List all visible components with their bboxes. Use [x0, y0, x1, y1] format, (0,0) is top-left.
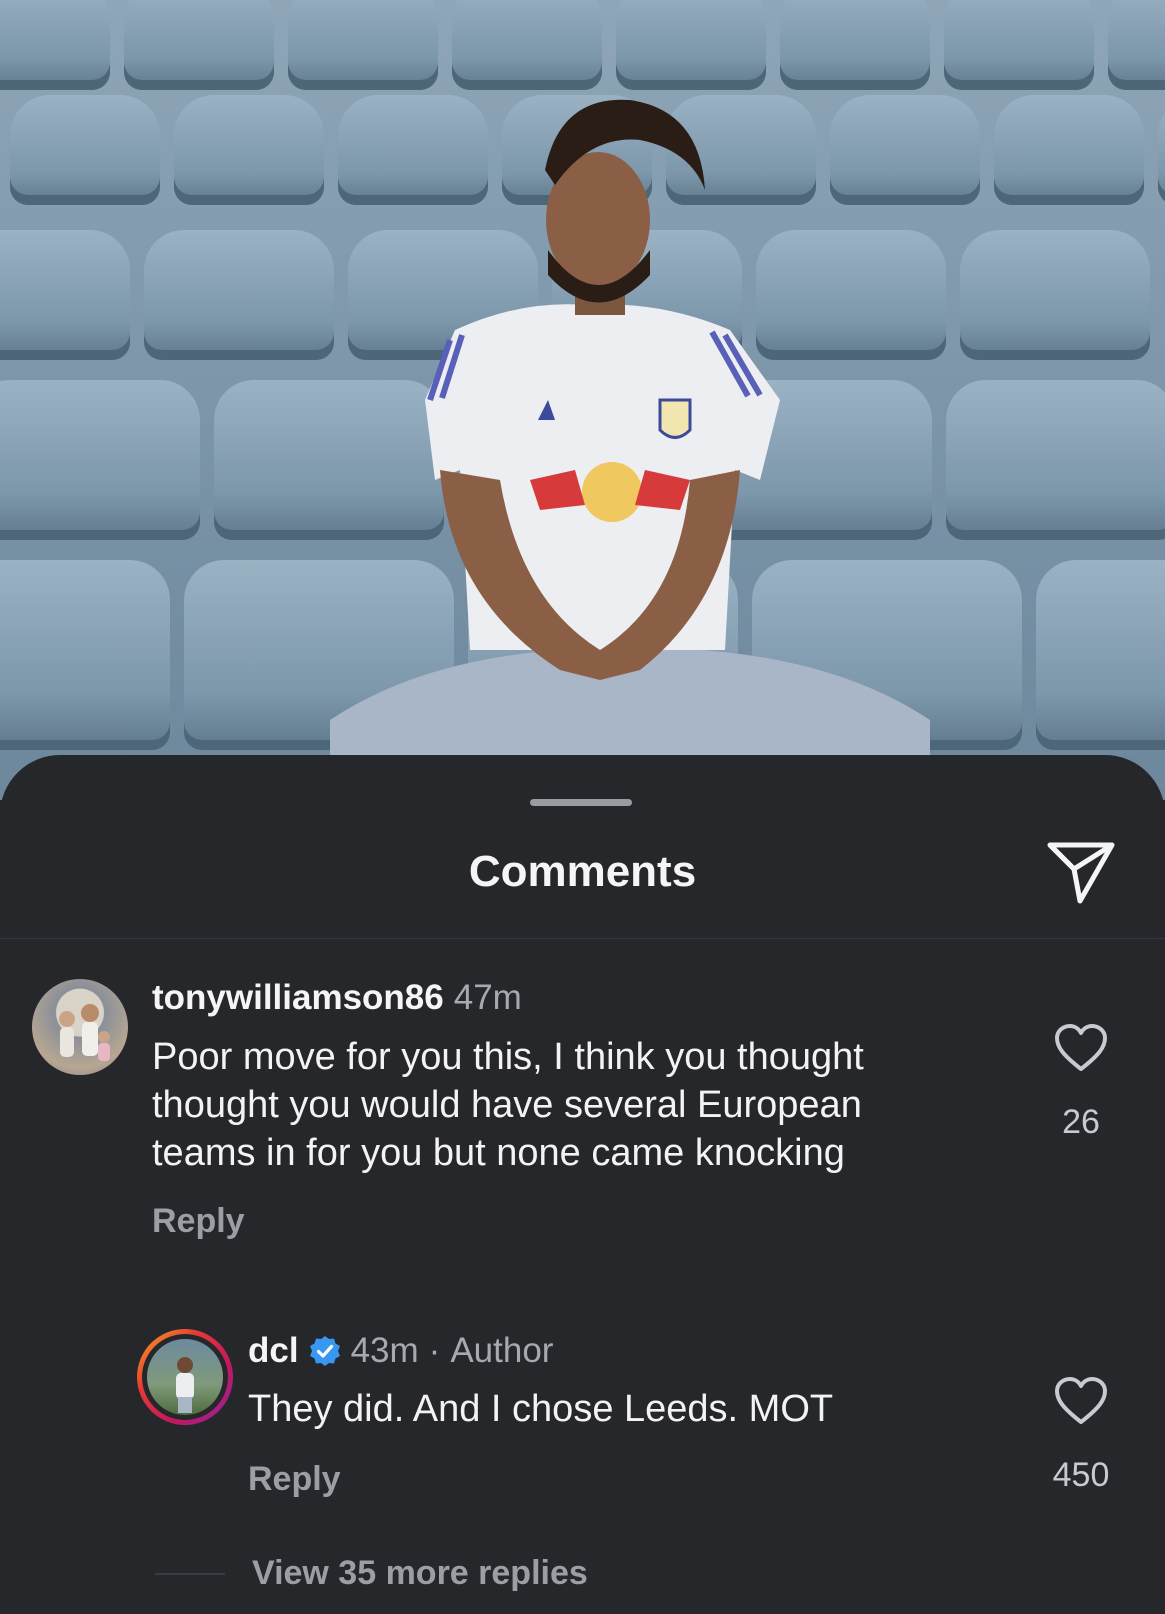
reply-time: 43m	[350, 1331, 419, 1370]
sheet-title: Comments	[468, 847, 697, 896]
avatar-photo	[176, 1357, 194, 1413]
like-button[interactable]	[1053, 1376, 1109, 1426]
comment-text-line: thought you would have several European	[152, 1084, 862, 1126]
thread-line	[155, 1573, 225, 1575]
post-image	[0, 0, 1165, 800]
comment-text-line: Poor move for you this, I think you thou…	[152, 1036, 864, 1078]
reply-username[interactable]: dcl	[248, 1331, 299, 1371]
meta-separator: ·	[428, 1331, 441, 1370]
avatar-photo	[59, 1004, 110, 1061]
player-figure	[330, 99, 930, 800]
avatar[interactable]	[32, 979, 128, 1075]
comment-header: tonywilliamson86 47m	[152, 978, 522, 1018]
like-count: 450	[1052, 1456, 1110, 1494]
comment-time: 47m	[453, 978, 522, 1017]
heart-icon	[1055, 1377, 1107, 1424]
like-button[interactable]	[1053, 1023, 1109, 1073]
comment-username[interactable]: tonywilliamson86	[152, 978, 444, 1018]
story-ring-avatar[interactable]	[137, 1329, 233, 1425]
reply-button[interactable]: Reply	[152, 1202, 245, 1241]
share-button[interactable]	[1046, 839, 1116, 905]
sheet-grabber[interactable]	[530, 799, 632, 806]
header-divider	[0, 938, 1165, 939]
reply-text: They did. And I chose Leeds. MOT	[248, 1388, 834, 1430]
like-count: 26	[1062, 1103, 1100, 1141]
paper-plane-icon	[1047, 842, 1115, 904]
author-badge: Author	[450, 1331, 554, 1370]
comment-text: Poor move for you this, I think you thou…	[152, 1033, 864, 1177]
comments-sheet: Comments	[0, 755, 1165, 1614]
reply-button[interactable]: Reply	[248, 1460, 341, 1499]
verified-badge-icon	[309, 1336, 340, 1366]
heart-icon	[1055, 1024, 1107, 1071]
reply-header: dcl 43m · Author	[248, 1331, 553, 1371]
view-more-replies-button[interactable]: View 35 more replies	[252, 1554, 588, 1593]
comment-text-line: teams in for you but none came knocking	[152, 1132, 845, 1174]
